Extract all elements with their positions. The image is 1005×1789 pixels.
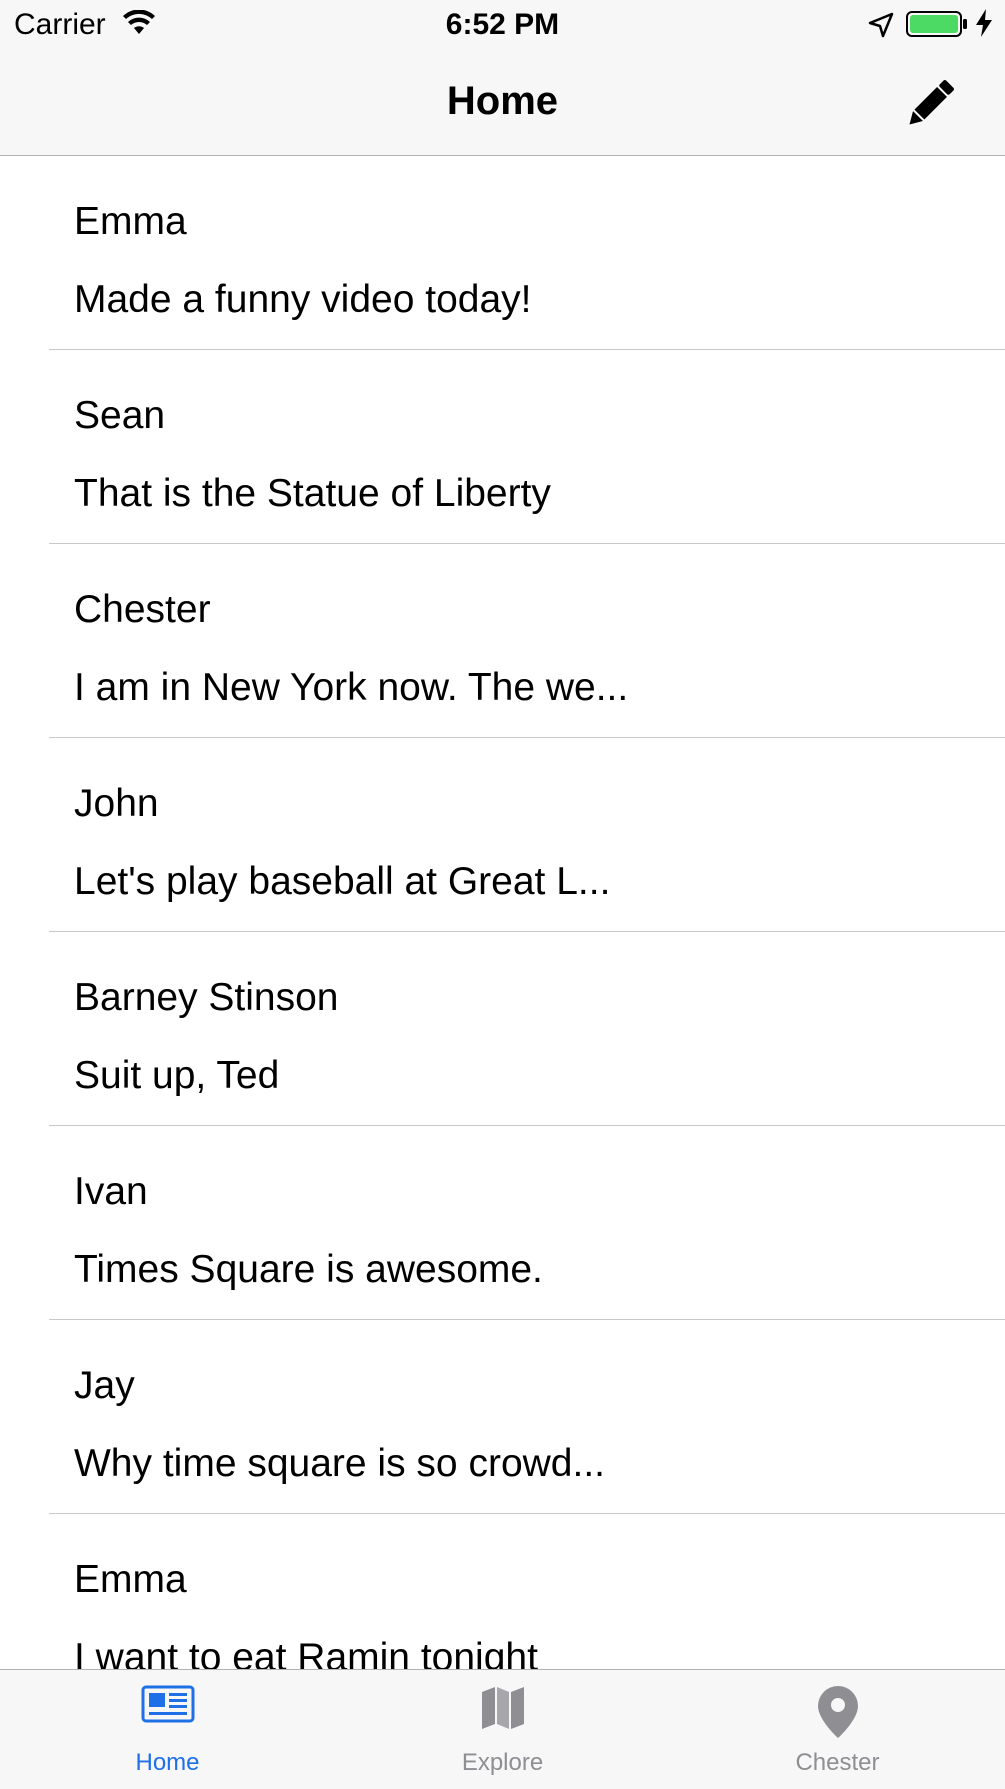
post-message: That is the Statue of Liberty xyxy=(74,472,551,515)
tab-home[interactable]: Home xyxy=(0,1670,335,1789)
post-message: I am in New York now. The we... xyxy=(74,666,629,709)
post-author: Emma xyxy=(74,200,187,243)
post-message: Why time square is so crowd... xyxy=(74,1442,605,1485)
navigation-bar: Home xyxy=(0,50,1005,156)
post-message: Times Square is awesome. xyxy=(74,1248,543,1291)
list-item[interactable]: Sean That is the Statue of Liberty xyxy=(0,350,1005,544)
post-author: John xyxy=(74,782,159,825)
post-message: I want to eat Ramin tonight xyxy=(74,1636,538,1669)
tab-chester[interactable]: Chester xyxy=(670,1670,1005,1789)
battery-icon xyxy=(906,11,967,37)
status-bar: Carrier 6:52 PM xyxy=(0,0,1005,50)
list-item[interactable]: Emma I want to eat Ramin tonight xyxy=(0,1514,1005,1669)
list-item[interactable]: Emma Made a funny video today! xyxy=(0,156,1005,350)
page-title: Home xyxy=(446,79,559,123)
tab-label: Chester xyxy=(795,1749,880,1776)
location-pin-icon xyxy=(817,1686,858,1738)
tab-label: Home xyxy=(135,1749,200,1776)
status-time: 6:52 PM xyxy=(445,8,560,41)
post-author: Jay xyxy=(74,1364,135,1407)
post-author: Chester xyxy=(74,588,211,631)
list-item[interactable]: Barney Stinson Suit up, Ted xyxy=(0,932,1005,1126)
tab-explore[interactable]: Explore xyxy=(335,1670,670,1789)
list-item[interactable]: John Let's play baseball at Great L... xyxy=(0,738,1005,932)
tab-bar: Home Explore Chester xyxy=(0,1669,1005,1789)
post-author: Sean xyxy=(74,394,166,437)
post-message: Let's play baseball at Great L... xyxy=(74,860,611,903)
list-item[interactable]: Jay Why time square is so crowd... xyxy=(0,1320,1005,1514)
post-author: Ivan xyxy=(74,1170,148,1213)
tab-label: Explore xyxy=(461,1749,544,1776)
location-arrow-icon xyxy=(868,12,894,38)
pencil-icon[interactable] xyxy=(900,74,960,134)
newspaper-icon xyxy=(141,1685,194,1723)
post-list: Emma Made a funny video today! Sean That… xyxy=(0,156,1005,1669)
charging-bolt-icon xyxy=(976,9,992,37)
map-icon xyxy=(481,1687,524,1729)
post-author: Barney Stinson xyxy=(74,976,339,1019)
post-author: Emma xyxy=(74,1558,187,1601)
list-item[interactable]: Ivan Times Square is awesome. xyxy=(0,1126,1005,1320)
post-message: Made a funny video today! xyxy=(74,278,532,321)
post-message: Suit up, Ted xyxy=(74,1054,280,1097)
list-item[interactable]: Chester I am in New York now. The we... xyxy=(0,544,1005,738)
